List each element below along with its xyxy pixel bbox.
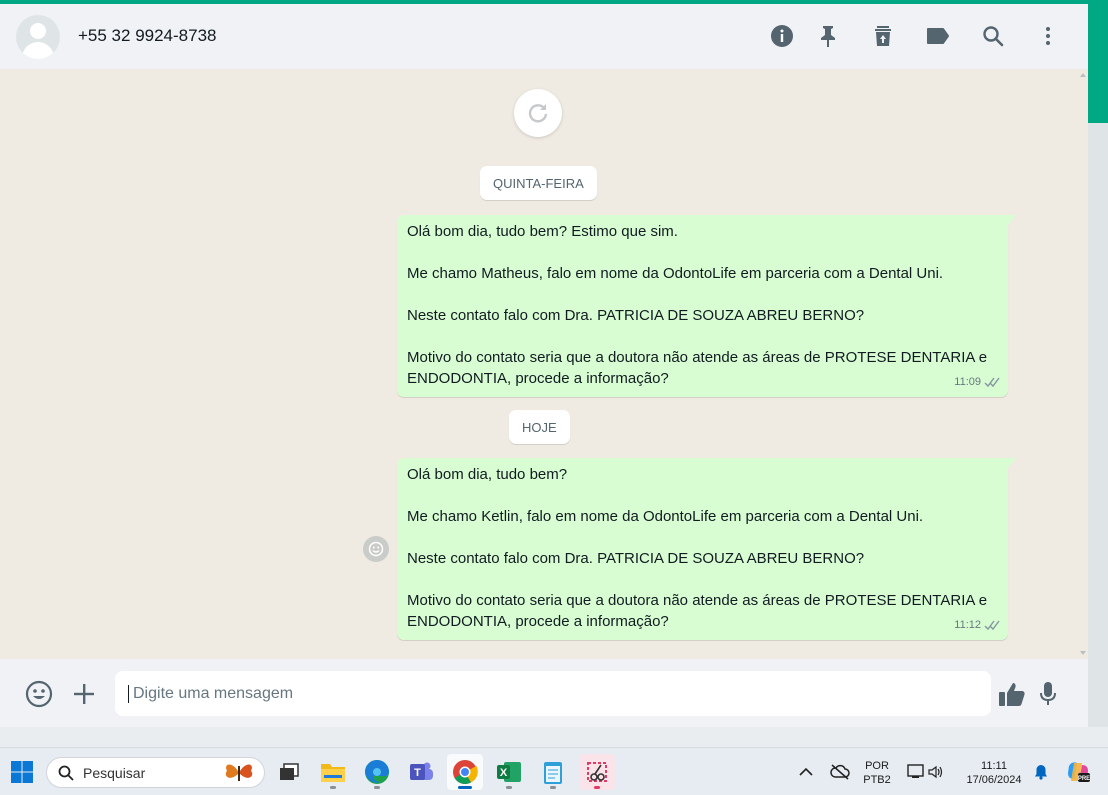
teams-icon: T [410, 762, 433, 780]
svg-text:PRE: PRE [1078, 776, 1090, 782]
contact-avatar[interactable] [16, 15, 60, 59]
scroll-down-arrow[interactable] [1080, 651, 1086, 655]
copilot-button[interactable]: PRE [1060, 754, 1096, 790]
taskbar-app-snipping-tool[interactable] [579, 754, 615, 790]
date-divider: HOJE [509, 410, 570, 444]
language-code: POR [865, 760, 889, 772]
taskbar-app-notepad[interactable] [535, 754, 571, 790]
onedrive-status-button[interactable] [823, 754, 857, 790]
taskbar-app-file-explorer[interactable] [315, 754, 351, 790]
microphone-icon[interactable] [1034, 680, 1062, 708]
network-volume-button[interactable] [902, 754, 948, 790]
like-icon[interactable] [998, 680, 1026, 708]
notepad-icon [544, 762, 562, 784]
side-accent [1088, 4, 1108, 123]
chat-header: +55 32 9924-8738 [0, 4, 1088, 69]
active-indicator [458, 786, 472, 789]
chat-scrollbar[interactable] [1080, 69, 1088, 659]
bell-icon [1035, 765, 1047, 780]
outgoing-message[interactable]: Olá bom dia, tudo bem? Estimo que sim. M… [397, 215, 1016, 397]
windows-taskbar: Pesquisar T X POR PTB2 11:11 17/06/2024 … [0, 747, 1108, 795]
svg-text:T: T [414, 767, 421, 779]
double-check-icon [984, 620, 1000, 631]
copilot-icon: PRE [1068, 762, 1090, 782]
taskbar-app-teams[interactable]: T [403, 754, 439, 790]
scroll-up-arrow[interactable] [1080, 73, 1086, 77]
message-composer [0, 659, 1088, 727]
cloud-off-icon [830, 764, 850, 780]
smiley-icon [368, 541, 384, 557]
chrome-icon [453, 760, 478, 785]
show-hidden-icons-button[interactable] [789, 754, 823, 790]
taskbar-app-chrome[interactable] [447, 754, 483, 790]
label-icon[interactable] [925, 23, 951, 49]
emoji-icon[interactable] [25, 680, 53, 708]
search-icon [58, 765, 74, 781]
archive-icon[interactable] [870, 23, 896, 49]
windows-logo-icon [11, 761, 33, 783]
avatar-body [22, 42, 54, 59]
running-indicator [550, 786, 556, 789]
task-view-icon [280, 763, 299, 780]
notifications-button[interactable] [1030, 754, 1052, 790]
running-indicator [374, 786, 380, 789]
side-panel-strip [1088, 4, 1108, 727]
taskbar-search[interactable]: Pesquisar [46, 757, 265, 788]
react-emoji-button[interactable] [363, 536, 389, 562]
pin-icon[interactable] [815, 23, 841, 49]
start-button[interactable] [4, 754, 40, 790]
double-check-icon [984, 377, 1000, 388]
volume-icon [928, 765, 943, 779]
excel-icon: X [497, 762, 521, 782]
menu-icon[interactable] [1035, 23, 1061, 49]
message-text: Olá bom dia, tudo bem? Me chamo Ketlin, … [407, 466, 988, 630]
taskbar-app-excel[interactable]: X [491, 754, 527, 790]
refresh-icon [528, 104, 548, 123]
load-older-messages-button[interactable] [514, 89, 562, 137]
date-divider: QUINTA-FEIRA [480, 166, 597, 200]
chevron-up-icon [799, 767, 813, 776]
message-meta: 11:12 [954, 615, 1000, 636]
message-time: 11:09 [954, 376, 981, 388]
attach-plus-icon[interactable] [70, 680, 98, 708]
bubble-tail [1008, 215, 1016, 225]
snipping-tool-icon [587, 762, 607, 782]
edge-icon [365, 760, 389, 784]
info-icon[interactable] [769, 23, 795, 49]
butterfly-icon [225, 764, 253, 781]
whatsapp-chat-window: +55 32 9924-8738 QUINTA-FEIRA Olá bom di… [0, 4, 1088, 727]
taskbar-app-edge[interactable] [359, 754, 395, 790]
search-icon[interactable] [980, 23, 1006, 49]
message-text: Olá bom dia, tudo bem? Estimo que sim. M… [407, 223, 988, 387]
taskbar-search-label: Pesquisar [83, 765, 146, 781]
clock-time: 11:11 [981, 760, 1007, 772]
task-view-button[interactable] [271, 754, 307, 790]
input-language-indicator[interactable]: POR PTB2 [857, 759, 897, 787]
folder-icon [321, 764, 345, 782]
message-time: 11:12 [954, 619, 981, 631]
clock-date: 17/06/2024 [966, 774, 1022, 786]
running-indicator [594, 786, 600, 789]
network-icon [907, 764, 924, 778]
message-meta: 11:09 [954, 372, 1000, 393]
running-indicator [330, 786, 336, 789]
avatar-head [30, 23, 46, 39]
running-indicator [506, 786, 512, 789]
contact-name[interactable]: +55 32 9924-8738 [78, 26, 217, 46]
bubble-tail [1008, 458, 1016, 468]
svg-text:X: X [500, 767, 508, 779]
clock[interactable]: 11:11 17/06/2024 [958, 759, 1030, 787]
message-input[interactable] [115, 671, 991, 716]
outgoing-message[interactable]: Olá bom dia, tudo bem? Me chamo Ketlin, … [397, 458, 1016, 640]
chat-messages-area[interactable]: QUINTA-FEIRA Olá bom dia, tudo bem? Esti… [0, 69, 1088, 659]
keyboard-layout: PTB2 [863, 774, 891, 786]
text-caret [128, 685, 129, 703]
desktop-gap [0, 727, 1108, 747]
